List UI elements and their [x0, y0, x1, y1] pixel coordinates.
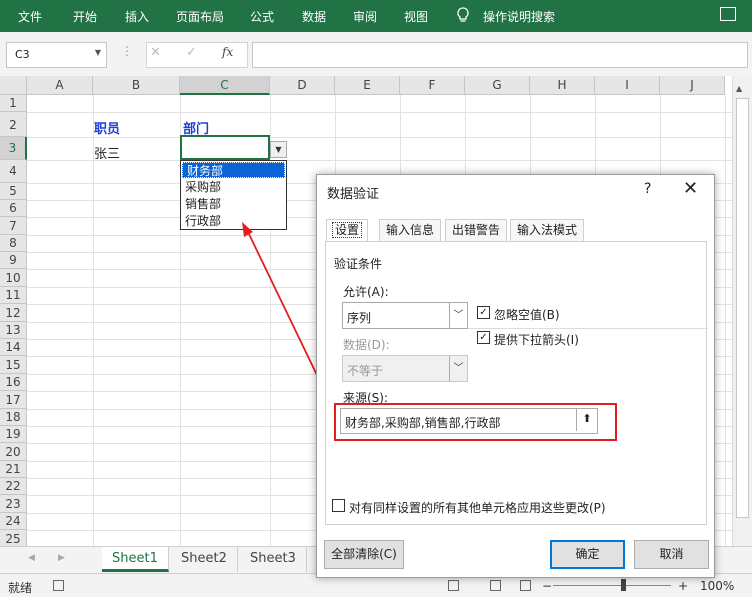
allow-select[interactable]: 序列 ﹀ — [342, 302, 468, 329]
tab-error-alert[interactable]: 出错警告 — [445, 219, 508, 241]
dialog-title: 数据验证 — [327, 187, 380, 202]
source-value: 财务部,采购部,销售部,行政部 — [345, 416, 501, 430]
data-label: 数据(D): — [343, 338, 390, 352]
allow-value: 序列 — [347, 311, 372, 325]
apply-all-checkbox[interactable] — [332, 499, 345, 512]
data-validation-dialog: 数据验证 ? ✕ 设置 输入信息 出错警告 输入法模式 验证条件 允许(A): … — [316, 174, 715, 578]
in-cell-dropdown-label[interactable]: 提供下拉箭头(I) — [494, 331, 579, 348]
chevron-down-icon: ﹀ — [449, 356, 467, 381]
collapse-dialog-icon[interactable]: ⬆ — [576, 409, 597, 431]
data-value: 不等于 — [347, 364, 384, 378]
chevron-down-icon[interactable]: ﹀ — [449, 303, 467, 328]
tab-ime-mode[interactable]: 输入法模式 — [510, 219, 585, 241]
apply-all-label[interactable]: 对有同样设置的所有其他单元格应用这些更改(P) — [349, 499, 606, 516]
source-input[interactable]: 财务部,采购部,销售部,行政部 — [340, 408, 598, 434]
ignore-blank-label[interactable]: 忽略空值(B) — [494, 306, 560, 323]
group-label: 验证条件 — [334, 257, 383, 271]
allow-label: 允许(A): — [343, 285, 389, 299]
cancel-button[interactable]: 取消 — [634, 540, 709, 569]
in-cell-dropdown-checkbox[interactable]: ✓ — [477, 331, 490, 344]
data-select: 不等于 ﹀ — [342, 355, 468, 382]
tab-settings[interactable]: 设置 — [326, 219, 369, 242]
settings-panel: 验证条件 允许(A): 序列 ﹀ ✓ 忽略空值(B) ✓ 提供下拉箭头(I) 数… — [325, 241, 708, 525]
clear-all-button[interactable]: 全部清除(C) — [324, 540, 404, 569]
ignore-blank-checkbox[interactable]: ✓ — [477, 306, 490, 319]
ok-button[interactable]: 确定 — [550, 540, 625, 569]
help-icon[interactable]: ? — [644, 181, 651, 197]
tab-input-message[interactable]: 输入信息 — [379, 219, 442, 241]
close-icon[interactable]: ✕ — [683, 178, 698, 199]
tab-settings-label: 设置 — [331, 222, 363, 238]
